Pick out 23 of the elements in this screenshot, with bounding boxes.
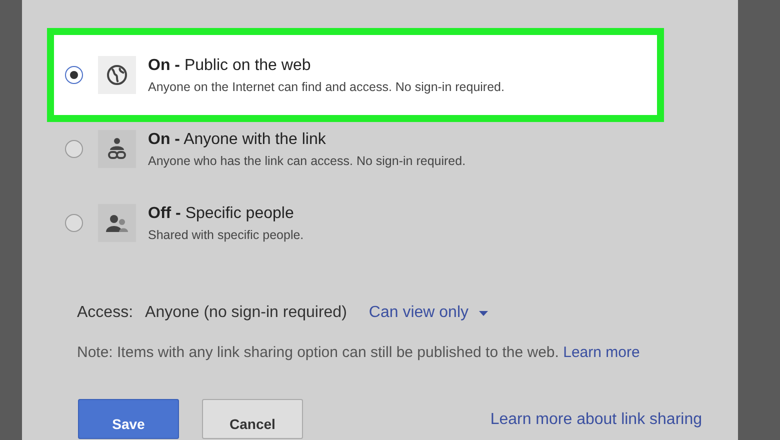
globe-icon — [106, 64, 128, 86]
caret-icon — [478, 310, 488, 316]
learn-more-link[interactable]: Learn more — [563, 344, 640, 361]
note-text: Note: Items with any link sharing option can still be published to the web. Learn more — [76, 344, 641, 361]
option-description: Shared with specific people. — [148, 228, 304, 242]
access-value: Anyone (no sign-in required) — [145, 304, 347, 322]
sharing-option[interactable]: Off - Specific people Shared with specific people. — [47, 186, 664, 260]
cancel-button[interactable]: Cancel — [202, 399, 303, 439]
help-link[interactable]: Learn more about link sharing — [490, 411, 702, 429]
radio-button[interactable] — [65, 214, 83, 232]
option-title: Off - Specific people — [148, 204, 295, 222]
option-title: On - Anyone with the link — [148, 130, 327, 148]
save-button[interactable]: Save — [78, 399, 179, 439]
access-label: Access: — [77, 304, 134, 322]
option-description: Anyone on the Internet can find and access. No sign-in required. — [148, 80, 504, 94]
sharing-option[interactable]: On - Public on the web Anyone on the Internet can find and access. No sign-in required. — [47, 28, 664, 122]
radio-button[interactable] — [65, 66, 83, 84]
option-description: Anyone who has the link can access. No sign-in required. — [148, 154, 466, 168]
people-icon — [105, 213, 129, 233]
radio-button[interactable] — [65, 140, 83, 158]
option-title: On - Public on the web — [148, 56, 312, 74]
permission-dropdown[interactable]: Can view only — [368, 304, 488, 322]
person-link-icon — [106, 137, 128, 161]
